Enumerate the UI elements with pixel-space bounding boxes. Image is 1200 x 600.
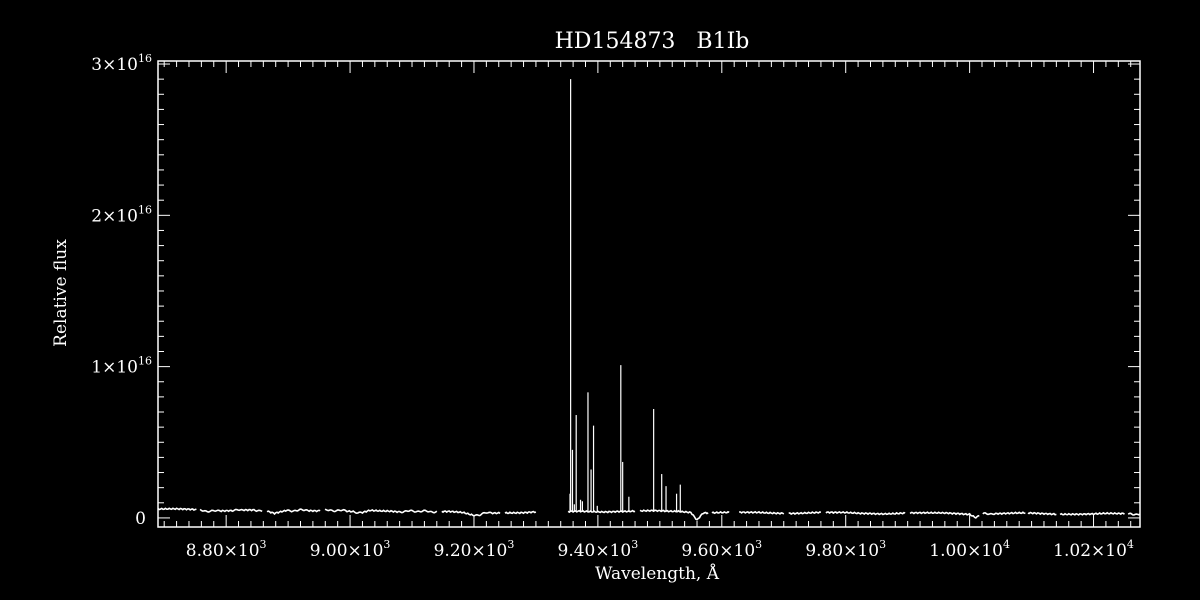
x-tick-label: 1.02×104 <box>1053 538 1134 561</box>
x-tick-label: 9.80×103 <box>805 538 886 561</box>
y-tick-label: 0 <box>135 509 146 529</box>
x-tick-label: 8.80×103 <box>186 538 267 561</box>
x-axis-label: Wavelength, Å <box>595 563 720 584</box>
x-tick-label: 9.60×103 <box>681 538 762 561</box>
x-tick-label: 1.00×104 <box>929 538 1010 561</box>
x-tick-label: 9.00×103 <box>310 538 391 561</box>
chart-title: HD154873 B1Ib <box>555 29 750 54</box>
x-tick-label: 9.20×103 <box>434 538 515 561</box>
y-axis-label: Relative flux <box>51 239 71 347</box>
plot-background <box>0 0 1200 600</box>
spectrum-plot: HD154873 B1Ib Wavelength, Å Relative flu… <box>0 0 1200 600</box>
spectrum-continuum <box>504 510 537 515</box>
x-tick-label: 9.40×103 <box>558 538 639 561</box>
